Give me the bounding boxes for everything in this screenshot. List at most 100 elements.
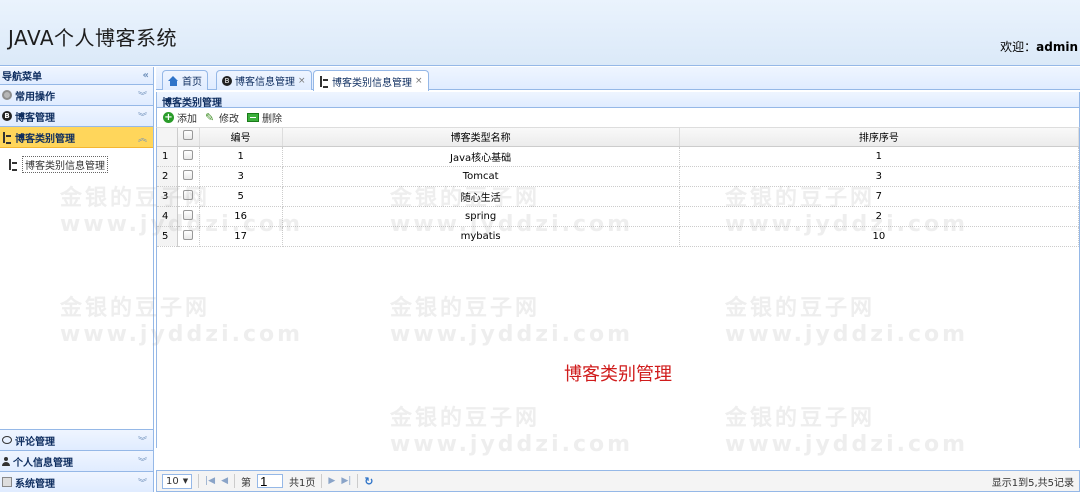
cell-id: 16	[199, 206, 283, 227]
sidebar-item-common[interactable]: 常用操作 ︾	[0, 85, 153, 106]
blog-type-table: 编号 博客类型名称 排序序号 1 1 Java核心基础 1 2 3 Tomcat…	[157, 128, 1080, 247]
row-number: 2	[157, 166, 178, 187]
cell-id: 17	[199, 226, 283, 247]
row-number: 1	[157, 146, 178, 167]
gear-icon	[2, 90, 12, 100]
row-checkbox[interactable]	[183, 149, 194, 160]
tab-blog-type-info[interactable]: 博客类别信息管理 ×	[313, 70, 429, 91]
close-icon[interactable]: ×	[298, 76, 306, 86]
row-checkbox[interactable]	[183, 189, 194, 200]
cell-name: mybatis	[282, 226, 680, 247]
sidebar-item-blog-type[interactable]: 博客类别管理 ︽	[0, 127, 153, 148]
tab-label: 首页	[182, 77, 202, 88]
username: admin	[1036, 40, 1078, 54]
sidebar-item-system[interactable]: 系统管理 ︾	[0, 471, 153, 492]
table-row[interactable]: 5 17 mybatis 10	[157, 226, 1080, 247]
column-header-id[interactable]: 编号	[199, 128, 283, 147]
collapse-icon[interactable]: «	[143, 70, 149, 81]
select-all-checkbox[interactable]	[183, 130, 194, 141]
tree-item-label: 博客类别信息管理	[22, 156, 108, 173]
cell-name: Tomcat	[282, 166, 680, 187]
sidebar-item-label: 常用操作	[15, 91, 55, 103]
page-size-select[interactable]: 10 ▼	[162, 473, 193, 489]
separator	[357, 474, 359, 488]
page-size-value: 10	[166, 475, 179, 487]
page-total: 共1页	[289, 477, 316, 489]
cell-id: 5	[199, 186, 283, 207]
table-header-row: 编号 博客类型名称 排序序号	[157, 128, 1080, 147]
select-all-header	[177, 128, 200, 147]
sidebar-bottom: 评论管理 ︾ 个人信息管理 ︾ 系统管理 ︾	[0, 429, 153, 492]
row-select-cell	[177, 166, 200, 187]
row-select-cell	[177, 186, 200, 207]
column-header-name[interactable]: 博客类型名称	[282, 128, 680, 147]
separator	[198, 474, 200, 488]
tree-icon	[319, 75, 329, 88]
sidebar-item-profile[interactable]: 个人信息管理 ︾	[0, 450, 153, 471]
sidebar-heading: 导航菜单	[2, 72, 42, 83]
sidebar-item-label: 博客管理	[15, 112, 55, 124]
sidebar-header: 导航菜单 «	[0, 67, 153, 85]
sidebar-item-label: 个人信息管理	[13, 457, 73, 469]
table-row[interactable]: 1 1 Java核心基础 1	[157, 146, 1080, 167]
row-select-cell	[177, 146, 200, 167]
page-info: 显示1到5,共5记录	[991, 477, 1074, 489]
add-label: 添加	[177, 114, 197, 125]
data-grid: 编号 博客类型名称 排序序号 1 1 Java核心基础 1 2 3 Tomcat…	[156, 128, 1080, 448]
panel-title: 博客类别管理	[156, 92, 1080, 109]
delete-button[interactable]: 删除	[247, 110, 282, 125]
tab-bar: 首页 B 博客信息管理 × 博客类别信息管理 ×	[156, 67, 1080, 91]
toolbar: + 添加 ✎ 修改 删除	[156, 108, 1080, 128]
sidebar-item-label: 系统管理	[15, 478, 55, 490]
cell-order: 1	[679, 146, 1080, 167]
table-row[interactable]: 3 5 随心生活 7	[157, 186, 1080, 207]
chevron-down-icon: ▼	[182, 477, 189, 485]
first-page-icon[interactable]: |◀	[205, 476, 215, 486]
sidebar: 导航菜单 « 常用操作 ︾ B 博客管理 ︾ 博客类别管理 ︽ 博客类别信息管理 …	[0, 67, 154, 492]
main-area: 首页 B 博客信息管理 × 博客类别信息管理 × 博客类别管理 + 添加 ✎ 修…	[156, 67, 1080, 492]
tab-home[interactable]: 首页	[162, 70, 208, 90]
row-checkbox[interactable]	[183, 169, 194, 180]
pencil-icon: ✎	[205, 111, 215, 124]
expand-icon: ︾	[137, 478, 147, 489]
row-select-cell	[177, 226, 200, 247]
row-number: 3	[157, 186, 178, 207]
table-row[interactable]: 4 16 spring 2	[157, 206, 1080, 227]
row-number: 5	[157, 226, 178, 247]
close-icon[interactable]: ×	[415, 76, 423, 86]
column-header-order[interactable]: 排序序号	[679, 128, 1080, 147]
tree-item-blog-type-info[interactable]: 博客类别信息管理	[8, 156, 145, 173]
sidebar-tree: 博客类别信息管理	[0, 148, 153, 417]
sidebar-item-label: 博客类别管理	[15, 133, 75, 145]
home-icon	[168, 75, 179, 86]
prev-page-icon[interactable]: ◀	[221, 476, 228, 486]
table-row[interactable]: 2 3 Tomcat 3	[157, 166, 1080, 187]
row-checkbox[interactable]	[183, 229, 194, 240]
delete-label: 删除	[262, 114, 282, 125]
row-number: 4	[157, 206, 178, 227]
refresh-icon[interactable]: ↻	[364, 475, 373, 488]
cell-id: 1	[199, 146, 283, 167]
cell-name: 随心生活	[282, 186, 680, 207]
add-button[interactable]: + 添加	[163, 110, 197, 125]
tab-label: 博客信息管理	[235, 77, 295, 88]
tab-blog-info[interactable]: B 博客信息管理 ×	[216, 70, 312, 90]
expand-icon: ︾	[137, 112, 147, 123]
cell-order: 7	[679, 186, 1080, 207]
next-page-icon[interactable]: ▶	[328, 476, 335, 486]
row-checkbox[interactable]	[183, 209, 194, 220]
page-number-input[interactable]	[257, 474, 284, 488]
edit-button[interactable]: ✎ 修改	[205, 110, 239, 125]
last-page-icon[interactable]: ▶|	[341, 476, 351, 486]
tree-icon	[2, 131, 12, 144]
expand-icon: ︾	[137, 436, 147, 447]
sidebar-item-blog[interactable]: B 博客管理 ︾	[0, 106, 153, 127]
app-title: JAVA个人博客系统	[8, 26, 178, 50]
tab-label: 博客类别信息管理	[332, 77, 412, 89]
delete-icon	[247, 113, 259, 122]
cell-order: 2	[679, 206, 1080, 227]
separator	[321, 474, 323, 488]
sidebar-item-comments[interactable]: 评论管理 ︾	[0, 429, 153, 450]
expand-icon: ︾	[137, 91, 147, 102]
chat-icon	[2, 436, 12, 444]
